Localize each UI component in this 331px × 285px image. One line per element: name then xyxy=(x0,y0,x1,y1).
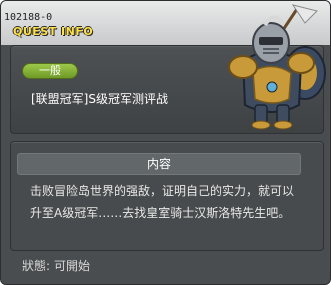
status-row: 狀態: 可開始 xyxy=(22,259,90,273)
status-value: 可開始 xyxy=(54,259,91,273)
quest-name: [联盟冠军]S级冠军测评战 xyxy=(31,92,168,106)
content-header: 内容 xyxy=(17,153,301,175)
content-line: 击败冒险岛世界的强敌，证明自己的实力，就可以 xyxy=(30,184,295,198)
section-title: QUEST INFO xyxy=(13,25,94,38)
quest-info-window: 102188-0 QUEST INFO 一般 [联盟冠军]S级冠军测评战 内容 … xyxy=(0,0,331,285)
status-label: 狀態: xyxy=(22,259,51,273)
knight-portrait-icon xyxy=(228,4,326,130)
quest-id: 102188-0 xyxy=(4,12,53,23)
quest-category-badge: 一般 xyxy=(22,63,78,79)
content-line: 升至A级冠军……去找皇室骑士汉斯洛特先生吧。 xyxy=(30,206,291,220)
